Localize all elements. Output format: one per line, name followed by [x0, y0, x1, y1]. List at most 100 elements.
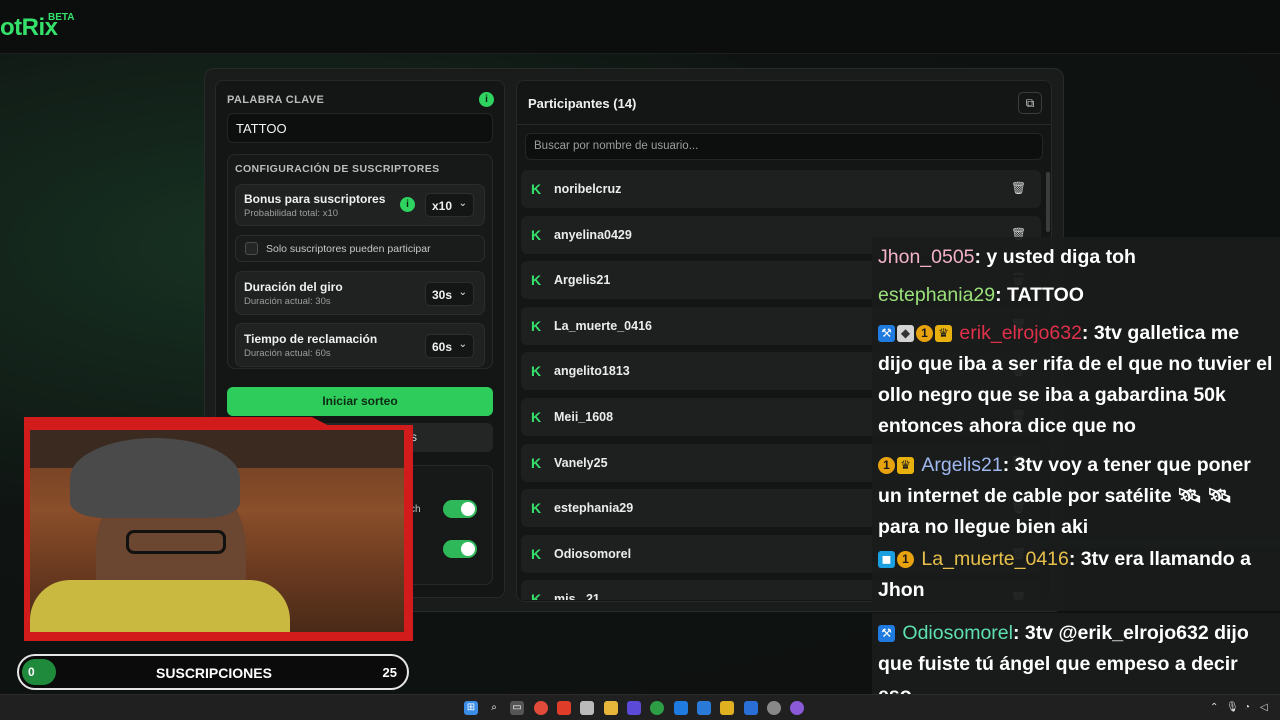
participant-name: Argelis21	[554, 273, 611, 288]
chat-username[interactable]: La_muerte_0416	[921, 548, 1068, 570]
app-3-icon[interactable]	[720, 701, 734, 715]
claim-time-subtitle: Duración actual: 60s	[244, 348, 331, 359]
chat-message: 1 ♛ Argelis21: 3tv voy a tener que poner …	[872, 445, 1280, 548]
chrome-2-icon[interactable]	[650, 701, 664, 715]
kick-icon: K	[531, 591, 542, 600]
hammer-badge-icon: ⚒	[878, 325, 895, 342]
participants-title: Participantes (14)	[528, 96, 637, 111]
app-5-icon[interactable]	[767, 701, 781, 715]
toggle-switch-1[interactable]	[443, 500, 477, 518]
streamer-shirt	[30, 580, 290, 632]
keyword-input[interactable]: TATTOO	[227, 113, 493, 143]
chat-username[interactable]: Jhon_0505	[878, 246, 975, 268]
divider	[517, 124, 1051, 125]
tray-arrow-icon[interactable]: ⌃	[1210, 702, 1218, 713]
app-icon[interactable]	[627, 701, 641, 715]
beta-badge: BETA	[48, 12, 75, 23]
bonus-subtitle: Probabilidad total: x10	[244, 208, 339, 219]
copy-icon[interactable]: ⧉	[1018, 92, 1042, 114]
chevron-down-icon: ⌄	[458, 339, 467, 350]
chat-username[interactable]: Argelis21	[921, 454, 1002, 476]
spin-duration-select[interactable]: 30s ⌄	[425, 282, 474, 306]
participant-name: mis...21	[554, 592, 600, 600]
bonus-info-icon[interactable]: i	[400, 197, 415, 212]
participant-search-input[interactable]: Buscar por nombre de usuario...	[525, 133, 1043, 160]
participant-name: estephania29	[554, 501, 634, 516]
webcam-video	[30, 430, 404, 632]
task-view-icon[interactable]: ▭	[510, 701, 524, 715]
participant-name: Meii_1608	[554, 410, 614, 424]
volume-icon[interactable]: ◁	[1260, 702, 1268, 713]
kick-icon: K	[531, 500, 542, 517]
windows-start-icon[interactable]: ⊞	[464, 701, 478, 715]
crown-badge-icon: ♛	[935, 325, 952, 342]
scrollbar[interactable]	[1046, 172, 1050, 232]
chevron-down-icon: ⌄	[458, 198, 467, 209]
claim-time-title: Tiempo de reclamación	[244, 332, 378, 346]
streamer-glasses	[126, 530, 226, 554]
diamond-badge-icon: ◆	[897, 325, 914, 342]
chat-username[interactable]: erik_elrojo632	[959, 322, 1082, 344]
one-badge-icon: 1	[897, 551, 914, 568]
kick-icon: K	[531, 181, 542, 197]
subscriptions-goal: 25	[382, 665, 397, 680]
kick-icon: K	[531, 409, 542, 425]
chat-overlay: Jhon_0505: y usted diga toh estephania29…	[872, 237, 1280, 716]
participant-name: angelito1813	[554, 364, 630, 379]
app-4-icon[interactable]	[744, 701, 758, 715]
streamer-cap	[70, 438, 240, 518]
start-raffle-button[interactable]: Iniciar sorteo	[227, 387, 493, 416]
participant-name: Odiosomorel	[554, 546, 632, 561]
kick-icon: K	[531, 454, 542, 471]
bonus-select[interactable]: x10 ⌄	[425, 193, 474, 217]
one-badge-icon: 1	[916, 325, 933, 342]
top-bar: otRix BETA	[0, 0, 1280, 54]
search-icon[interactable]: ⌕	[487, 701, 501, 715]
one-badge-icon: 1	[878, 457, 895, 474]
participant-name: La_muerte_0416	[554, 318, 652, 333]
trash-icon[interactable]: 🗑	[1011, 181, 1026, 195]
spin-duration-subtitle: Duración actual: 30s	[244, 296, 331, 307]
kick-icon: K	[531, 317, 542, 334]
only-subs-checkbox[interactable]	[245, 242, 258, 255]
kick-icon: K	[531, 226, 542, 243]
wifi-icon[interactable]: ◔	[1244, 702, 1250, 713]
chat-text: : y usted diga toh	[974, 246, 1136, 268]
subscriptions-goal-bar: 0 SUSCRIPCIONES 25	[17, 654, 409, 690]
participant-row[interactable]: Knoribelcruz 🗑	[521, 170, 1041, 208]
kick-icon: K	[531, 363, 542, 380]
info-icon[interactable]: i	[479, 92, 494, 107]
keyword-label: PALABRA CLAVE	[227, 94, 325, 106]
chat-message: ⚒ ◆ 1 ♛ erik_elrojo632: 3tv galletica me di…	[872, 313, 1280, 447]
claim-time-value: 60s	[432, 340, 453, 354]
chat-username[interactable]: estephania29	[878, 284, 995, 306]
bonus-value: x10	[432, 199, 453, 213]
subscribers-config-heading: CONFIGURACIÓN DE SUSCRIPTORES	[235, 163, 440, 175]
brave-icon[interactable]	[557, 701, 571, 715]
chat-message: Jhon_0505: y usted diga toh	[872, 237, 1280, 278]
folder-icon[interactable]	[604, 701, 618, 715]
crown-badge-icon: ♛	[897, 457, 914, 474]
kick-icon: K	[531, 545, 542, 562]
app-2-icon[interactable]	[674, 701, 688, 715]
taskbar: ⊞ ⌕ ▭ ⌃ 🎙 ◔ ◁	[0, 694, 1280, 720]
participant-name: Vanely25	[554, 455, 608, 470]
subscriptions-label: SUSCRIPCIONES	[156, 665, 272, 681]
shield-icon[interactable]	[697, 701, 711, 715]
toggle-switch-2[interactable]	[443, 540, 477, 558]
only-subs-label: Solo suscriptores pueden participar	[266, 243, 431, 255]
bonus-title: Bonus para suscriptores	[244, 192, 386, 206]
hammer-badge-icon: ⚒	[878, 625, 895, 642]
kick-icon: K	[531, 272, 542, 289]
chat-username[interactable]: Odiosomorel	[902, 622, 1013, 644]
spin-duration-value: 30s	[432, 288, 453, 302]
chevron-down-icon: ⌄	[458, 287, 467, 298]
chrome-icon[interactable]	[534, 701, 548, 715]
chat-message: estephania29: TATTOO	[872, 275, 1280, 316]
participant-name: noribelcruz	[554, 182, 622, 196]
store-icon[interactable]	[580, 701, 594, 715]
app-6-icon[interactable]	[790, 701, 804, 715]
participant-name: anyelina0429	[554, 227, 632, 242]
microphone-icon[interactable]: 🎙	[1226, 702, 1239, 713]
claim-time-select[interactable]: 60s ⌄	[425, 334, 474, 358]
